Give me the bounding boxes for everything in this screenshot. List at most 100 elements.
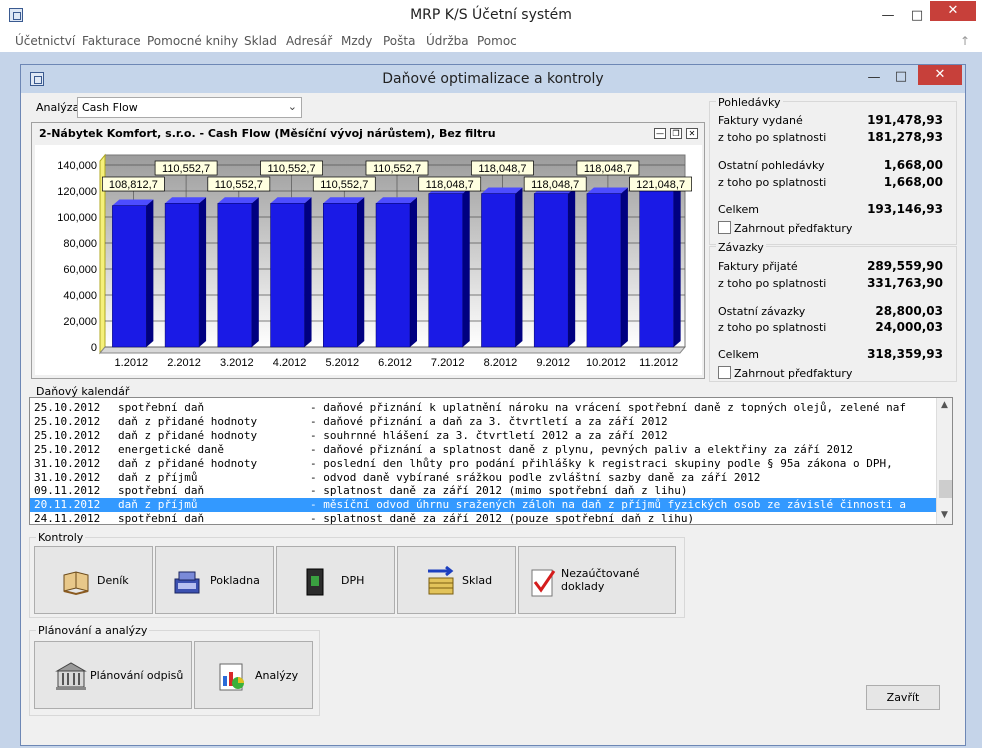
chart-close-icon[interactable]: ✕ bbox=[686, 128, 698, 139]
calendar-row[interactable]: 25.10.2012 energetické daně - daňové přizn… bbox=[30, 443, 936, 457]
journal-button-label: Deník bbox=[97, 573, 129, 587]
calendar-row-selected[interactable]: 20.11.2012 daň z příjmů - měsíční odvod úh… bbox=[30, 498, 936, 513]
chart-bar-side bbox=[357, 197, 365, 347]
chart-y-tick: 100,000 bbox=[57, 212, 97, 224]
chart-data-label: 110,552,7 bbox=[320, 179, 368, 191]
depreciation-planning-button[interactable]: Plánování odpisů bbox=[34, 641, 192, 709]
chart-bar bbox=[481, 193, 516, 348]
app-close-icon[interactable]: ✕ bbox=[930, 1, 976, 21]
chart-bar bbox=[112, 205, 147, 348]
chart-data-label: 110,552,7 bbox=[373, 163, 421, 175]
chart-bar bbox=[533, 193, 569, 348]
chart-restore-icon[interactable]: ❐ bbox=[670, 128, 682, 139]
calendar-type: daň z přidané hodnoty bbox=[118, 428, 258, 442]
menu-mzdy[interactable]: Mzdy bbox=[341, 34, 372, 48]
maximize-icon[interactable]: □ bbox=[906, 6, 928, 26]
calendar-type: energetické daně bbox=[118, 442, 224, 456]
calendar-row[interactable]: 31.10.2012 daň z příjmů - odvod daně vybír… bbox=[30, 471, 936, 485]
warehouse-button[interactable]: Sklad bbox=[397, 546, 516, 614]
menu-posta[interactable]: Pošta bbox=[383, 34, 415, 48]
calendar-row[interactable]: 09.11.2012 spotřební daň - splatnost daně … bbox=[30, 484, 936, 498]
calendar-type: spotřební daň bbox=[118, 484, 205, 498]
payables-label: Faktury přijaté bbox=[718, 260, 798, 273]
payables-checkbox-label[interactable]: Zahrnout předfaktury bbox=[734, 367, 852, 380]
vat-button[interactable]: DPH bbox=[276, 546, 395, 614]
dialog-minimize-icon[interactable]: — bbox=[864, 68, 884, 88]
chart-data-label: 108,812,7 bbox=[109, 179, 158, 191]
calendar-row[interactable]: 25.10.2012 daň z přidané hodnoty - souhrnn… bbox=[30, 429, 936, 443]
calendar-date: 25.10.2012 bbox=[34, 401, 101, 414]
chart-bar-top bbox=[270, 197, 312, 204]
chart-data-label: 121,048,7 bbox=[636, 179, 685, 191]
close-button-label: Zavřít bbox=[886, 691, 920, 704]
receivables-checkbox-label[interactable]: Zahrnout předfaktury bbox=[734, 222, 852, 235]
calendar-row[interactable]: 24.11.2012 spotřební daň - splatnost daně … bbox=[30, 512, 936, 525]
chart-data-label: 110,552,7 bbox=[267, 163, 315, 175]
analysis-select[interactable]: Cash Flow ⌄ bbox=[77, 97, 302, 118]
calendar-type: daň z příjmů bbox=[118, 470, 198, 484]
menu-sklad[interactable]: Sklad bbox=[244, 34, 277, 48]
menu-pomoc[interactable]: Pomoc bbox=[477, 34, 517, 48]
menu-fakturace[interactable]: Fakturace bbox=[82, 34, 141, 48]
payables-include-proforma-checkbox[interactable] bbox=[718, 366, 731, 379]
chart-y-tick: 0 bbox=[91, 342, 97, 354]
analyses-button[interactable]: Analýzy bbox=[194, 641, 313, 709]
cash-register-icon bbox=[174, 571, 200, 594]
chart-bar-side bbox=[462, 187, 470, 347]
chart-bar bbox=[270, 203, 305, 348]
scroll-down-icon[interactable]: ▼ bbox=[941, 510, 948, 520]
receivables-total-label: Celkem bbox=[718, 203, 759, 216]
receivables-value: 1,668,00 bbox=[883, 158, 943, 172]
chart-bar-top bbox=[112, 199, 154, 206]
chart-x-tick: 9.2012 bbox=[536, 357, 570, 369]
analysis-select-value: Cash Flow bbox=[82, 101, 138, 114]
tax-calendar-list[interactable]: 25.10.2012 spotřební daň - daňové přiznání… bbox=[29, 397, 953, 525]
unposted-documents-button[interactable]: Nezaúčtované doklady bbox=[518, 546, 676, 614]
chart-bar-top bbox=[376, 197, 417, 204]
chart-data-label: 118,048,7 bbox=[426, 179, 474, 191]
checkmark-document-icon bbox=[531, 569, 556, 597]
menu-udrzba[interactable]: Údržba bbox=[426, 34, 469, 48]
chart-bar-top bbox=[323, 197, 365, 204]
chart-y-tick: 80,000 bbox=[63, 238, 97, 250]
receivables-label: Faktury vydané bbox=[718, 114, 803, 127]
receivables-value: 181,278,93 bbox=[867, 130, 943, 144]
minimize-icon[interactable]: — bbox=[877, 6, 899, 26]
menu-pomocne-knihy[interactable]: Pomocné knihy bbox=[147, 34, 238, 48]
calendar-row[interactable]: 25.10.2012 spotřební daň - daňové přiznání… bbox=[30, 401, 936, 415]
binder-icon bbox=[306, 568, 324, 596]
calendar-row[interactable]: 25.10.2012 daň z přidané hodnoty - daňové … bbox=[30, 415, 936, 429]
calendar-date: 09.11.2012 bbox=[34, 484, 101, 498]
close-button[interactable]: Zavřít bbox=[866, 685, 940, 710]
calendar-desc: - poslední den lhůty pro podání přihlášk… bbox=[310, 456, 893, 470]
dialog-title-bar: Daňové optimalizace a kontroly — □ ✕ bbox=[21, 65, 965, 93]
scroll-up-icon[interactable]: ▲ bbox=[941, 400, 948, 410]
chart-x-tick: 4.2012 bbox=[273, 357, 307, 369]
payables-value: 289,559,90 bbox=[867, 259, 943, 273]
calendar-scrollbar[interactable]: ▲ ▼ bbox=[936, 398, 952, 524]
calendar-row[interactable]: 31.10.2012 daň z přidané hodnoty - posledn… bbox=[30, 457, 936, 471]
chart-data-label: 110,552,7 bbox=[162, 163, 210, 175]
receivables-include-proforma-checkbox[interactable] bbox=[718, 221, 731, 234]
menu-scroll-up-icon[interactable]: ↑ bbox=[960, 34, 970, 48]
chart-report-icon bbox=[219, 663, 244, 691]
chart-bar-side bbox=[673, 183, 681, 347]
chart-bar-top bbox=[481, 187, 523, 194]
payables-value: 331,763,90 bbox=[867, 276, 943, 290]
dialog-close-icon[interactable]: ✕ bbox=[918, 65, 962, 85]
calendar-date: 25.10.2012 bbox=[34, 442, 101, 456]
calendar-type: daň z přidané hodnoty bbox=[118, 414, 258, 428]
menu-ucetnictvi[interactable]: Účetnictví bbox=[15, 34, 75, 48]
cash-register-button[interactable]: Pokladna bbox=[155, 546, 274, 614]
calendar-date: 20.11.2012 bbox=[34, 498, 101, 512]
menu-adresar[interactable]: Adresář bbox=[286, 34, 332, 48]
chart-bar bbox=[639, 189, 674, 348]
payables-total-label: Celkem bbox=[718, 348, 759, 361]
chart-minimize-icon[interactable]: — bbox=[654, 128, 666, 139]
unposted-documents-button-label: Nezaúčtované doklady bbox=[561, 567, 640, 593]
calendar-scroll-thumb[interactable] bbox=[939, 480, 952, 498]
dialog-maximize-icon[interactable]: □ bbox=[891, 67, 911, 87]
journal-button[interactable]: Deník bbox=[34, 546, 153, 614]
calendar-date: 24.11.2012 bbox=[34, 512, 101, 525]
chart-y-tick: 140,000 bbox=[57, 160, 97, 172]
